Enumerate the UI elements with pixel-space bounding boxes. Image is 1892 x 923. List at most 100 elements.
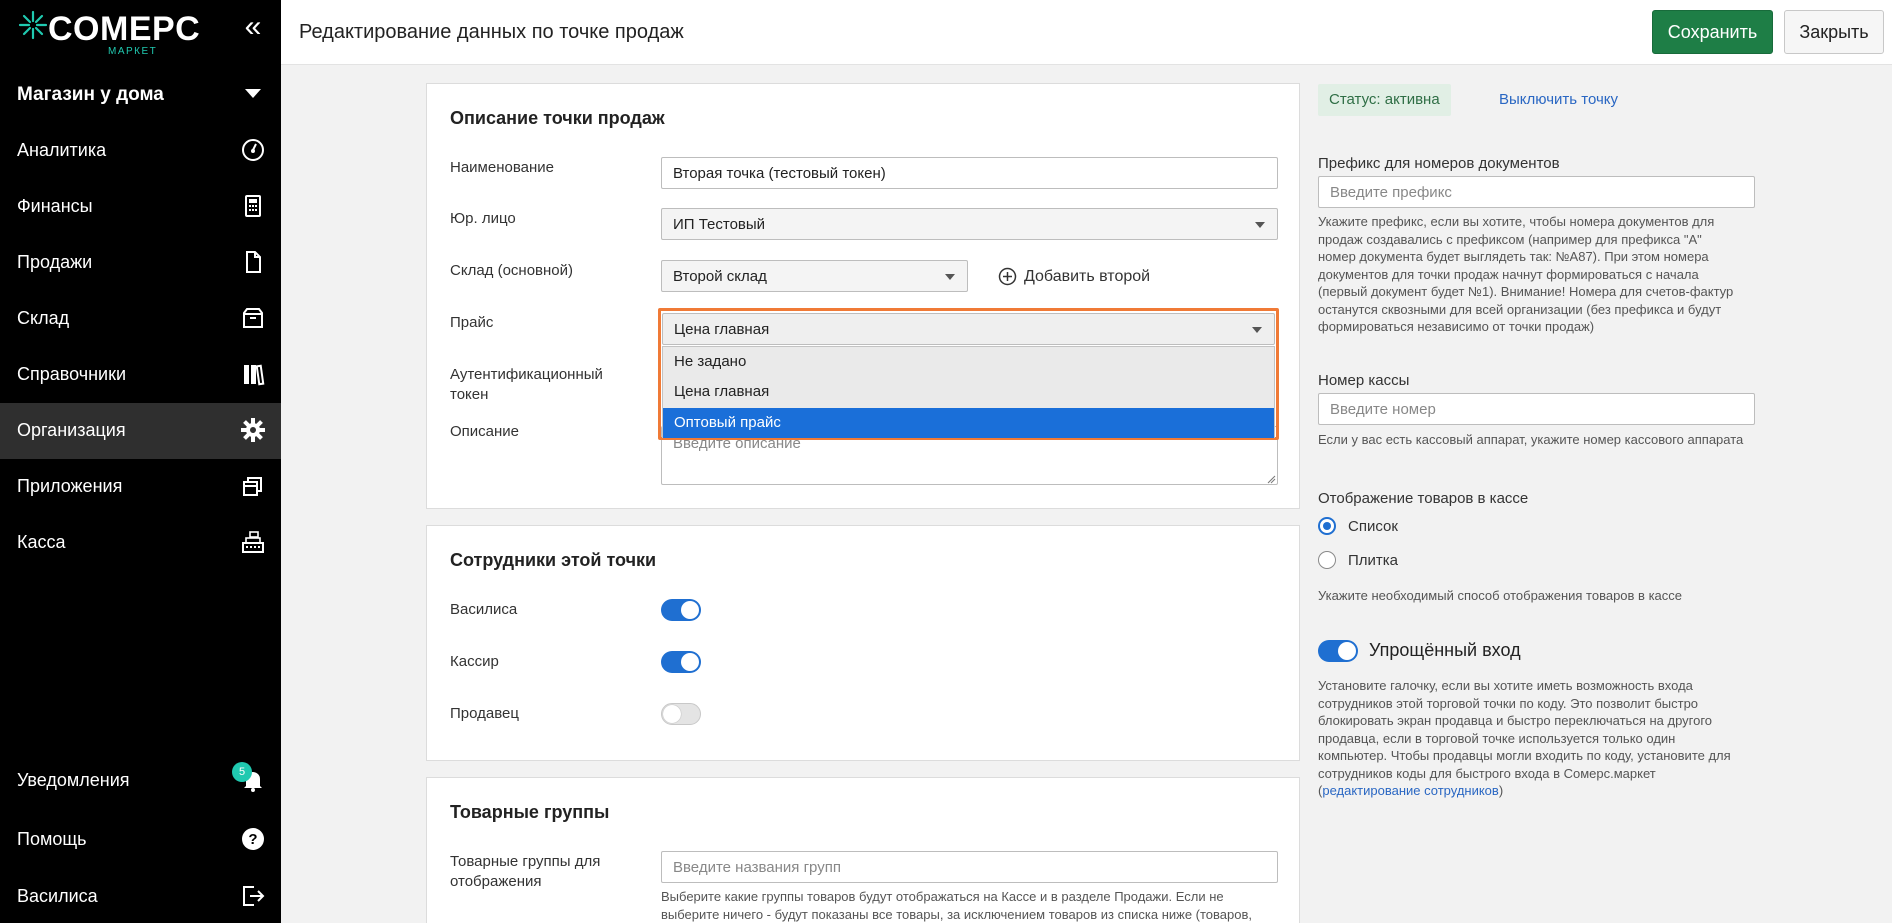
- plus-circle-icon: [998, 267, 1017, 286]
- display-label: Отображение товаров в кассе: [1318, 490, 1529, 507]
- price-dropdown-list: Не задано Цена главная Оптовый прайс: [662, 346, 1275, 438]
- sidebar-item-label: Василиса: [17, 886, 98, 906]
- radio-tile[interactable]: [1318, 551, 1336, 569]
- paren: ): [1498, 783, 1504, 798]
- store-selector[interactable]: Магазин у дома: [0, 72, 281, 116]
- sidebar-item-finance[interactable]: Финансы: [0, 179, 281, 235]
- groups-help: Выберите какие группы товаров будут отоб…: [661, 888, 1291, 923]
- logo-star-icon: [18, 10, 48, 40]
- help-line: Установите галочку, если вы хотите иметь…: [1318, 678, 1693, 693]
- books-icon: [244, 364, 265, 386]
- toggle-knob: [681, 653, 699, 671]
- employee-toggle[interactable]: [661, 703, 701, 725]
- card-title: Товарные группы: [450, 802, 610, 822]
- groups-help-line: Выберите какие группы товаров будут отоб…: [661, 889, 1224, 904]
- employee-toggle[interactable]: [661, 599, 701, 621]
- price-option[interactable]: Цена главная: [663, 377, 1274, 407]
- top-bar: Редактирование данных по точке продаж Со…: [281, 0, 1892, 65]
- employee-name: Кассир: [450, 653, 499, 670]
- sidebar-item-label: Помощь: [17, 829, 87, 849]
- toggle-knob: [1338, 642, 1356, 660]
- logout-icon: [243, 886, 265, 906]
- logo-subtitle: МАРКЕТ: [108, 46, 158, 57]
- auth-token-label: Аутентификационный токен: [450, 365, 603, 405]
- sidebar-item-label: Организация: [17, 420, 126, 440]
- simple-login-label: Упрощённый вход: [1369, 640, 1521, 660]
- radio-list[interactable]: [1318, 517, 1336, 535]
- sidebar-item-label: Справочники: [17, 364, 127, 384]
- card-title: Сотрудники этой точки: [450, 550, 657, 570]
- help-icon: ?: [242, 828, 264, 850]
- help-line: сотрудников этой торговой точки по коду.…: [1318, 695, 1699, 711]
- help-line: формироваться независимо от точки продаж…: [1318, 319, 1595, 334]
- sidebar: COMEPC МАРКЕТ « Магазин у дома Аналитика…: [0, 0, 281, 923]
- svg-text:?: ?: [248, 831, 257, 848]
- sidebar-item-label: Аналитика: [17, 140, 107, 160]
- save-button[interactable]: Сохранить: [1652, 10, 1773, 54]
- windows-icon: [243, 477, 262, 496]
- logo-text: COMEPC: [48, 10, 201, 48]
- status-badge: Статус: активна: [1318, 84, 1451, 116]
- warehouse-label: Склад (основной): [450, 262, 574, 279]
- close-button[interactable]: Закрыть: [1784, 10, 1884, 54]
- product-groups-card: Товарные группы Товарные группы для отобр…: [426, 777, 1300, 923]
- sidebar-item-references[interactable]: Справочники: [0, 347, 281, 403]
- cash-help: Если у вас есть кассовый аппарат, укажит…: [1318, 432, 1744, 447]
- help-line: продавца, если в торговой точке использу…: [1318, 730, 1676, 746]
- groups-label: Товарные группы для отображения: [450, 852, 600, 892]
- warehouse-select[interactable]: Второй склад: [661, 260, 968, 292]
- price-option[interactable]: Не задано: [663, 347, 1274, 377]
- help-line: компьютер. Чтобы продавцы могли входить …: [1318, 748, 1731, 763]
- simple-login-toggle[interactable]: [1318, 640, 1358, 662]
- cash-register-icon: [242, 531, 264, 553]
- collapse-sidebar-icon[interactable]: «: [238, 12, 268, 44]
- help-line: номер документа будет выглядеть так: №А8…: [1318, 249, 1709, 264]
- calculator-icon: [245, 195, 261, 217]
- employee-toggle[interactable]: [661, 651, 701, 673]
- simple-login-help: Установите галочку, если вы хотите иметь…: [1318, 677, 1768, 800]
- sidebar-item-sales[interactable]: Продажи: [0, 235, 281, 291]
- cash-number-label: Номер кассы: [1318, 372, 1410, 389]
- groups-input[interactable]: Введите названия групп: [661, 851, 1278, 883]
- price-option-selected[interactable]: Оптовый прайс: [663, 408, 1274, 438]
- logo[interactable]: COMEPC МАРКЕТ: [18, 8, 201, 58]
- sidebar-item-warehouse[interactable]: Склад: [0, 291, 281, 347]
- cash-number-input[interactable]: Введите номер: [1318, 393, 1755, 425]
- toggle-knob: [681, 601, 699, 619]
- sidebar-item-help[interactable]: Помощь ?: [0, 812, 281, 868]
- notification-badge: 5: [232, 762, 252, 782]
- help-line: блокировать экран продавца и быстро пере…: [1318, 713, 1713, 728]
- groups-label-line: Товарные группы для: [450, 853, 601, 870]
- help-line: (редактирование сотрудников): [1318, 782, 1768, 800]
- help-line: сотрудников коды для быстрого входа в Со…: [1318, 765, 1656, 781]
- legal-entity-select[interactable]: ИП Тестовый: [661, 208, 1278, 240]
- sidebar-item-label: Финансы: [17, 196, 93, 216]
- sidebar-item-analytics[interactable]: Аналитика: [0, 123, 281, 179]
- edit-employees-link[interactable]: редактирование сотрудников: [1322, 783, 1498, 798]
- groups-label-line: отображения: [450, 873, 542, 890]
- help-line: останутся сквозными для всей организации…: [1318, 301, 1722, 317]
- help-line: Укажите префикс, если вы хотите, чтобы н…: [1318, 214, 1715, 229]
- help-line: продаж создавались с префиксом (например…: [1318, 231, 1702, 247]
- sidebar-item-label: Уведомления: [17, 770, 130, 790]
- name-input[interactable]: Вторая точка (тестовый токен): [661, 157, 1278, 189]
- employee-name: Продавец: [450, 705, 519, 722]
- sidebar-item-organization[interactable]: Организация: [0, 403, 281, 459]
- sidebar-item-cashbox[interactable]: Касса: [0, 515, 281, 571]
- caret-down-icon: [945, 274, 955, 280]
- sidebar-item-label: Приложения: [17, 476, 123, 496]
- sidebar-item-label: Склад: [17, 308, 70, 328]
- prefix-help: Укажите префикс, если вы хотите, чтобы н…: [1318, 213, 1768, 336]
- box-icon: [243, 308, 263, 328]
- prefix-input[interactable]: Введите префикс: [1318, 176, 1755, 208]
- disable-point-link[interactable]: Выключить точку: [1499, 91, 1618, 108]
- document-icon: [246, 251, 261, 273]
- display-help: Укажите необходимый способ отображения т…: [1318, 588, 1683, 603]
- price-select[interactable]: Цена главная: [662, 313, 1275, 345]
- sidebar-item-apps[interactable]: Приложения: [0, 459, 281, 515]
- groups-help-line: выберите ничего - будут показаны все тов…: [661, 906, 1253, 922]
- sidebar-item-user[interactable]: Василиса: [0, 869, 281, 923]
- resize-handle-icon[interactable]: [1266, 474, 1276, 484]
- warehouse-value: Второй склад: [673, 268, 767, 285]
- help-line: (первый документ будет №1). Внимание! Но…: [1318, 284, 1734, 299]
